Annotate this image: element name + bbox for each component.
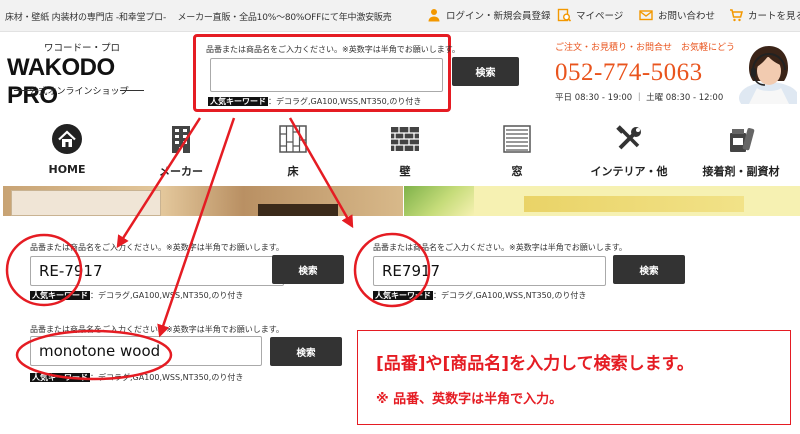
example-input-value: RE7917 xyxy=(382,262,441,280)
logo-name: WAKODO PRO xyxy=(7,54,115,109)
contact-link[interactable]: お問い合わせ xyxy=(639,8,715,22)
popular-keyword-tag: 人気キーワード xyxy=(208,97,268,106)
example-search-button[interactable]: 検索 xyxy=(272,255,344,284)
nav-home-label: HOME xyxy=(48,163,86,176)
nav-floor-label: 床 xyxy=(287,165,299,178)
instruction-line-1: [品番]や[商品名]を入力して検索します。 xyxy=(376,354,694,374)
logo-kana: ワコードー・プロ xyxy=(44,43,121,54)
popular-keyword-tag: 人気キーワード xyxy=(30,291,90,300)
building-icon xyxy=(172,126,190,153)
banner-right[interactable] xyxy=(404,186,800,216)
user-icon xyxy=(428,9,440,22)
category-nav: HOME メーカー 床 壁 窓 インテリア・他 接着剤・副資材 xyxy=(0,120,800,182)
example-hint: 品番または商品名をご入力ください。※英数字は半角でお願いします。 xyxy=(30,325,284,334)
popular-keyword-list[interactable]: ：デコラグ,GA100,WSS,NT350,のり付き xyxy=(268,97,421,106)
cart-label: カートを見る xyxy=(748,11,800,22)
header-search-box: 品番または商品名をご入力ください。※英数字は半角でお願いします。 人気キーワード… xyxy=(193,34,460,112)
window-blind-icon xyxy=(503,125,531,153)
contact-label: お問い合わせ xyxy=(658,11,716,22)
example-input-value: RE-7917 xyxy=(39,262,103,280)
business-hours: 平日 08:30 - 19:00 ｜ 土曜 08:30 - 12:00 xyxy=(555,93,724,103)
login-label: ログイン・新規会員登録 xyxy=(446,11,551,22)
example-search-input[interactable]: RE7917 xyxy=(373,256,606,286)
top-bar: 床材・壁紙 内装材の専門店 -和幸堂プロ- メーカー直販・全品10%～80%OF… xyxy=(0,0,800,32)
nav-interior[interactable]: インテリア・他 xyxy=(579,120,679,182)
example-search-input[interactable]: RE-7917 xyxy=(30,256,284,286)
cart-icon xyxy=(730,9,743,22)
nav-floor[interactable]: 床 xyxy=(243,120,343,182)
header-search-input[interactable] xyxy=(210,58,443,92)
nav-maker[interactable]: メーカー xyxy=(131,120,231,182)
login-link[interactable]: ログイン・新規会員登録 xyxy=(427,8,551,22)
nav-home[interactable]: HOME xyxy=(17,120,117,182)
mypage-icon xyxy=(557,8,571,22)
nav-window[interactable]: 窓 xyxy=(467,120,567,182)
contact-lead: ご注文・お見積り・お問合せ お気軽にどうぞ。 xyxy=(555,43,754,53)
header-search-hint: 品番または商品名をご入力ください。※英数字は半角でお願いします。 xyxy=(206,45,460,54)
instruction-line-2: ※ 品番、英数字は半角で入力。 xyxy=(376,392,563,407)
site-tagline: 床材・壁紙 内装材の専門店 -和幸堂プロ- メーカー直販・全品10%～80%OF… xyxy=(5,13,392,23)
nav-wall-label: 壁 xyxy=(399,165,411,178)
home-icon xyxy=(52,124,82,154)
example-popular-keywords: 人気キーワード ：デコラグ,GA100,WSS,NT350,のり付き xyxy=(30,290,243,301)
banner-left[interactable] xyxy=(3,186,403,216)
mail-icon xyxy=(639,10,653,21)
example-search-button[interactable]: 検索 xyxy=(613,255,685,284)
example-hint: 品番または商品名をご入力ください。※英数字は半角でお願いします。 xyxy=(30,243,284,252)
logo-subtitle: 公式オンラインショップ xyxy=(6,84,152,97)
popular-keyword-tag: 人気キーワード xyxy=(373,291,433,300)
header-popular-keywords: 人気キーワード ：デコラグ,GA100,WSS,NT350,のり付き xyxy=(208,96,421,107)
example-popular-keywords: 人気キーワード ：デコラグ,GA100,WSS,NT350,のり付き xyxy=(30,372,243,383)
tools-icon xyxy=(616,125,641,150)
popular-keyword-list[interactable]: ：デコラグ,GA100,WSS,NT350,のり付き xyxy=(90,291,243,300)
banner-strip xyxy=(0,186,800,216)
nav-wall[interactable]: 壁 xyxy=(355,120,455,182)
nav-maker-label: メーカー xyxy=(159,165,203,178)
example-input-value: monotone wood xyxy=(39,342,161,360)
popular-keyword-list[interactable]: ：デコラグ,GA100,WSS,NT350,のり付き xyxy=(433,291,586,300)
nav-interior-label: インテリア・他 xyxy=(590,165,668,178)
popular-keyword-tag: 人気キーワード xyxy=(30,373,90,382)
header-search-button[interactable]: 検索 xyxy=(452,57,519,86)
example-popular-keywords: 人気キーワード ：デコラグ,GA100,WSS,NT350,のり付き xyxy=(373,290,586,301)
nav-window-label: 窓 xyxy=(511,165,523,178)
operator-image xyxy=(735,38,797,104)
example-search-input[interactable]: monotone wood xyxy=(30,336,262,366)
example-search-button[interactable]: 検索 xyxy=(270,337,342,366)
mypage-label: マイページ xyxy=(576,11,624,22)
nav-adhesive[interactable]: 接着剤・副資材 xyxy=(691,120,791,182)
page-root: 床材・壁紙 内装材の専門店 -和幸堂プロ- メーカー直販・全品10%～80%OF… xyxy=(0,0,800,434)
site-logo[interactable]: ワコードー・プロ WAKODO PRO 公式オンラインショップ xyxy=(6,38,156,109)
contact-info: ご注文・お見積り・お問合せ お気軽にどうぞ。 052-774-5063 平日 0… xyxy=(555,40,755,103)
popular-keyword-list[interactable]: ：デコラグ,GA100,WSS,NT350,のり付き xyxy=(90,373,243,382)
phone-number[interactable]: 052-774-5063 xyxy=(555,59,755,87)
adhesive-icon xyxy=(730,128,755,152)
instruction-note: [品番]や[商品名]を入力して検索します。 ※ 品番、英数字は半角で入力。 xyxy=(357,330,791,425)
mypage-link[interactable]: マイページ xyxy=(557,8,623,22)
nav-adhesive-label: 接着剤・副資材 xyxy=(702,165,780,178)
wall-icon xyxy=(391,127,419,151)
example-hint: 品番または商品名をご入力ください。※英数字は半角でお願いします。 xyxy=(373,243,627,252)
cart-link[interactable]: カートを見る xyxy=(729,8,800,22)
floor-icon xyxy=(279,125,307,153)
